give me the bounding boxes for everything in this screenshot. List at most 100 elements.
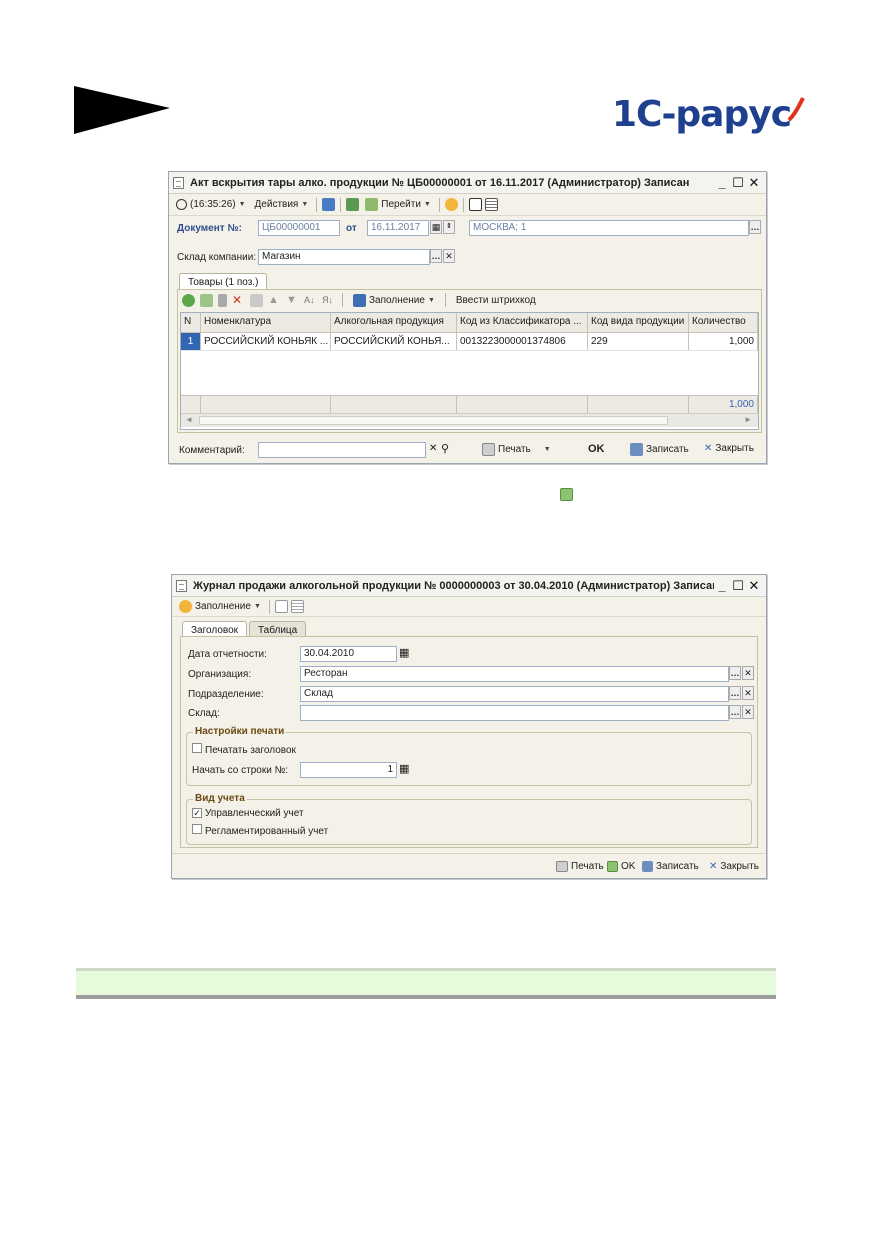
comment-search-icon[interactable]: ⚲	[441, 442, 449, 455]
fill-menu[interactable]: Заполнение ▼	[350, 293, 438, 308]
warehouse-field[interactable]	[300, 705, 729, 721]
start-row-label: Начать со строки №:	[192, 765, 289, 776]
close-window-button[interactable]: ✕	[746, 578, 762, 594]
copy-row-icon[interactable]	[200, 293, 213, 307]
managerial-check-box[interactable]: ✓	[192, 808, 202, 818]
department-clear-button[interactable]: ✕	[742, 686, 754, 700]
accounting-title: Вид учета	[193, 793, 247, 804]
fill-menu[interactable]: Заполнение ▼	[176, 599, 264, 614]
comment-field[interactable]	[258, 442, 426, 458]
start-row-field[interactable]: 1	[300, 762, 397, 778]
refresh-icon[interactable]	[346, 198, 360, 211]
close-window-button[interactable]: ✕	[746, 175, 762, 191]
warehouse-label: Склад:	[188, 708, 220, 719]
warehouse-select-button[interactable]: …	[430, 249, 442, 263]
table-row[interactable]: 1 РОССИЙСКИЙ КОНЬЯК ... РОССИЙСКИЙ КОНЬЯ…	[181, 333, 758, 351]
regulated-label: Регламентированный учет	[205, 826, 329, 837]
sort-desc-icon[interactable]: Я↓	[322, 294, 335, 307]
horizontal-scrollbar[interactable]: ◄ ►	[181, 413, 758, 427]
table-footer: 1,000	[181, 395, 758, 413]
warehouse-select-button[interactable]: …	[729, 705, 741, 719]
post-check-icon[interactable]	[560, 488, 573, 501]
sort-asc-icon[interactable]: A↓	[304, 294, 317, 307]
minimize-button[interactable]: _	[714, 578, 730, 593]
move-up-icon[interactable]: ▲	[268, 294, 281, 307]
fill-icon	[353, 293, 366, 307]
print-button[interactable]: Печать	[556, 861, 604, 872]
list-view-icon[interactable]	[290, 600, 304, 613]
warehouse-clear-button[interactable]: ✕	[443, 249, 455, 263]
warehouse-clear-button[interactable]: ✕	[742, 705, 754, 719]
print-header-label: Печатать заголовок	[205, 745, 296, 756]
col-alco-product[interactable]: Алкогольная продукция	[331, 313, 457, 332]
time-button[interactable]: (16:35:26) ▼	[173, 198, 249, 211]
page-arrow-marker	[74, 86, 170, 134]
calculator-icon[interactable]: ▦	[399, 762, 409, 775]
actions-menu[interactable]: Действия ▼	[252, 198, 312, 211]
regulated-check-box[interactable]	[192, 824, 202, 834]
organization-clear-button[interactable]: ✕	[742, 666, 754, 680]
end-edit-icon[interactable]	[250, 293, 263, 307]
close-button[interactable]: ✕ Закрыть	[704, 443, 754, 454]
print-header-check-box[interactable]	[192, 743, 202, 753]
cell-alco-product[interactable]: РОССИЙСКИЙ КОНЬЯ...	[331, 333, 457, 350]
ok-button[interactable]: OK	[588, 443, 605, 455]
regulated-checkbox[interactable]: Регламентированный учет	[192, 824, 328, 837]
comment-clear-icon[interactable]: ✕	[429, 443, 437, 454]
printer-icon	[482, 443, 495, 456]
goto-menu[interactable]: Перейти ▼	[362, 197, 434, 212]
doc-number-field[interactable]: ЦБ00000001	[258, 220, 340, 236]
minimize-button[interactable]: _	[714, 175, 730, 190]
warehouse-field[interactable]: Магазин	[258, 249, 430, 265]
date-spin-button[interactable]: ⇕	[443, 220, 455, 234]
close-button[interactable]: ✕ Закрыть	[709, 861, 759, 872]
structure-icon[interactable]	[274, 600, 288, 613]
cell-classifier-code[interactable]: 0013223000001374806	[457, 333, 588, 350]
col-quantity[interactable]: Количество	[689, 313, 758, 332]
maximize-button[interactable]: ☐	[730, 578, 746, 594]
check-icon	[607, 861, 618, 872]
list-view-icon[interactable]	[484, 198, 498, 211]
col-product-type-code[interactable]: Код вида продукции	[588, 313, 689, 332]
calendar-button[interactable]: ▦	[430, 220, 442, 234]
col-n[interactable]: N	[181, 313, 201, 332]
help-icon[interactable]	[444, 198, 458, 211]
warehouse-label: Склад компании:	[177, 252, 257, 263]
edit-row-icon[interactable]	[218, 293, 227, 307]
organization-select-button[interactable]: …	[749, 220, 761, 234]
window-titlebar: Акт вскрытия тары алко. продукции № ЦБ00…	[169, 172, 766, 194]
organization-field[interactable]: МОСКВА; 1	[469, 220, 749, 236]
doc-date-field[interactable]: 16.11.2017	[367, 220, 429, 236]
print-button[interactable]: Печать ▼	[482, 443, 551, 456]
department-select-button[interactable]: …	[729, 686, 741, 700]
print-label: Печать	[571, 861, 604, 872]
ok-button[interactable]: OK	[607, 861, 635, 872]
goto-label: Перейти	[381, 199, 421, 210]
col-classifier-code[interactable]: Код из Классификатора ...	[457, 313, 588, 332]
cell-quantity[interactable]: 1,000	[689, 333, 758, 350]
save-button[interactable]: Записать	[630, 443, 689, 456]
delete-row-icon[interactable]: ✕	[232, 294, 245, 307]
department-field[interactable]: Склад	[300, 686, 729, 702]
add-row-icon[interactable]	[182, 293, 195, 307]
structure-icon[interactable]	[468, 198, 482, 211]
close-x-icon: ✕	[704, 443, 713, 454]
enter-barcode-button[interactable]: Ввести штрихкод	[453, 294, 539, 307]
organization-field[interactable]: Ресторан	[300, 666, 729, 682]
cell-product-type-code[interactable]: 229	[588, 333, 689, 350]
organization-label: Организация:	[188, 669, 252, 680]
print-header-checkbox[interactable]: Печатать заголовок	[192, 743, 296, 756]
move-down-icon[interactable]: ▼	[286, 294, 299, 307]
maximize-button[interactable]: ☐	[730, 175, 746, 191]
floppy-icon	[642, 861, 653, 872]
save-button[interactable]: Записать	[642, 861, 699, 872]
close-x-icon: ✕	[709, 861, 718, 872]
post-document-icon[interactable]	[322, 198, 336, 211]
report-date-field[interactable]: 30.04.2010	[300, 646, 397, 662]
calendar-icon[interactable]: ▦	[399, 646, 409, 659]
row-number: 1	[181, 333, 201, 350]
col-nomenclature[interactable]: Номенклатура	[201, 313, 331, 332]
organization-select-button[interactable]: …	[729, 666, 741, 680]
cell-nomenclature[interactable]: РОССИЙСКИЙ КОНЬЯК ...	[201, 333, 331, 350]
managerial-checkbox[interactable]: ✓ Управленческий учет	[192, 808, 304, 819]
